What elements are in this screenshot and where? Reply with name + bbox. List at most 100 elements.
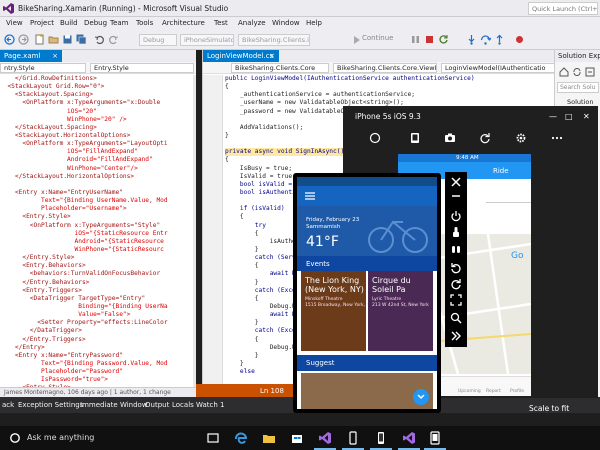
code-line[interactable]: iOS="20" bbox=[0, 108, 196, 116]
screenshot-camera-icon[interactable] bbox=[444, 132, 456, 144]
tab-login-viewmodel-close-icon[interactable]: × bbox=[269, 52, 275, 60]
codelens-footer[interactable]: James Montemagno, 106 days ago | 1 autho… bbox=[0, 387, 196, 397]
code-line[interactable]: <Setter Property="effects:LineColor bbox=[0, 319, 196, 327]
tab-locals[interactable]: Locals bbox=[172, 401, 194, 409]
code-line[interactable]: iOS="{StaticResource Entr bbox=[0, 230, 196, 238]
close-icon[interactable] bbox=[450, 176, 462, 188]
menu-view[interactable]: View bbox=[6, 19, 23, 27]
collapse-all-icon[interactable] bbox=[585, 67, 595, 77]
code-line[interactable]: </Grid.RowDefinitions> bbox=[0, 75, 196, 83]
restart-icon[interactable] bbox=[438, 34, 449, 45]
sync-icon[interactable] bbox=[572, 67, 582, 77]
code-line[interactable]: WinPhone="{StaticResourc bbox=[0, 246, 196, 254]
code-line[interactable] bbox=[0, 181, 196, 189]
scale-to-fit-label[interactable]: Scale to fit bbox=[529, 404, 569, 413]
power-icon[interactable] bbox=[450, 210, 462, 222]
code-line[interactable]: Value="False"> bbox=[0, 311, 196, 319]
solution-root-item[interactable]: Solution bbox=[559, 98, 593, 106]
code-line[interactable]: WinPhone="Center"/> bbox=[0, 165, 196, 173]
xaml-code-view[interactable]: </Grid.RowDefinitions> <StackLayout Grid… bbox=[0, 75, 196, 409]
step-into-icon[interactable] bbox=[466, 34, 477, 45]
code-line[interactable]: Android="FillAndExpand" bbox=[0, 156, 196, 164]
menu-help[interactable]: Help bbox=[306, 19, 322, 27]
step-over-icon[interactable] bbox=[480, 34, 491, 45]
continue-button[interactable]: Continue bbox=[362, 34, 393, 42]
code-line[interactable]: </StackLayout.Spacing> bbox=[0, 124, 196, 132]
code-line[interactable]: <StackLayout Grid.Row="0"> bbox=[0, 83, 196, 91]
solution-search-input[interactable]: Search Solu bbox=[557, 82, 599, 93]
rotate-left-icon[interactable] bbox=[450, 262, 462, 274]
tab-profile[interactable]: Profile bbox=[510, 389, 524, 394]
code-line[interactable]: <OnPlatform x:TypeArguments="Style" bbox=[0, 222, 196, 230]
menu-analyze[interactable]: Analyze bbox=[238, 19, 266, 27]
code-line[interactable]: <StackLayout.Spacing> bbox=[0, 91, 196, 99]
visual-studio-icon[interactable] bbox=[318, 431, 332, 445]
code-line[interactable]: Text="{Binding UserName.Value, Mod bbox=[0, 197, 196, 205]
tab-exception-settings[interactable]: Exception Settings bbox=[18, 401, 83, 409]
fit-to-screen-icon[interactable] bbox=[450, 294, 462, 306]
code-line[interactable]: </Entry> bbox=[0, 344, 196, 352]
continue-play-icon[interactable] bbox=[354, 36, 360, 44]
cortana-search-box[interactable]: Ask me anything bbox=[0, 426, 200, 450]
save-icon[interactable] bbox=[62, 34, 73, 45]
menu-team[interactable]: Team bbox=[110, 19, 129, 27]
platform-dropdown[interactable]: iPhoneSimulator bbox=[180, 34, 234, 46]
left-nav-element-dropdown[interactable]: Entry.Style bbox=[90, 63, 194, 73]
menu-debug[interactable]: Debug bbox=[84, 19, 107, 27]
android-screen[interactable]: Friday, February 23 Sammamish 41°F Event… bbox=[297, 177, 437, 409]
code-line[interactable]: <Entry.Behaviors> bbox=[0, 262, 196, 270]
menu-tools[interactable]: Tools bbox=[136, 19, 153, 27]
code-line[interactable]: Binding="{Binding UserNa bbox=[0, 303, 196, 311]
floating-action-button[interactable] bbox=[413, 389, 429, 405]
event-card-lion-king[interactable]: The Lion King (New York, NY) Minskoff Th… bbox=[301, 271, 373, 351]
menu-test[interactable]: Test bbox=[214, 19, 228, 27]
ios-simulator-icon[interactable] bbox=[428, 431, 442, 445]
code-line[interactable]: <OnPlatform x:TypeArguments="x:Double bbox=[0, 99, 196, 107]
lock-screen-icon[interactable] bbox=[409, 132, 421, 144]
open-folder-icon[interactable] bbox=[48, 34, 59, 45]
code-line[interactable]: _authenticationService = authenticationS… bbox=[225, 91, 555, 99]
tab-immediate-window[interactable]: Immediate Window bbox=[80, 401, 148, 409]
code-line[interactable]: Placeholder="Username"> bbox=[0, 205, 196, 213]
code-line[interactable]: <behaviors:TurnValidOnFocusBehavior bbox=[0, 270, 196, 278]
tab-watch-1[interactable]: Watch 1 bbox=[196, 401, 224, 409]
rotate-icon[interactable] bbox=[479, 132, 491, 144]
pause-icon[interactable] bbox=[410, 34, 421, 45]
code-line[interactable]: </Entry.Behaviors> bbox=[0, 279, 196, 287]
ios-text-field[interactable] bbox=[486, 193, 531, 203]
step-out-icon[interactable] bbox=[494, 34, 505, 45]
code-line[interactable]: </DataTrigger> bbox=[0, 327, 196, 335]
tab-report[interactable]: Report bbox=[486, 389, 501, 394]
zoom-icon[interactable] bbox=[450, 312, 462, 324]
home-icon[interactable] bbox=[559, 67, 569, 77]
forward-icon[interactable] bbox=[18, 34, 29, 45]
code-line[interactable]: iOS="FillAndExpand" bbox=[0, 148, 196, 156]
left-nav-scope-dropdown[interactable]: ntry.Style bbox=[0, 63, 86, 73]
android-emulator-icon[interactable] bbox=[374, 431, 388, 445]
configuration-dropdown[interactable]: Debug bbox=[139, 34, 177, 46]
redo-icon[interactable] bbox=[108, 34, 119, 45]
file-explorer-icon[interactable] bbox=[262, 431, 276, 445]
undo-icon[interactable] bbox=[94, 34, 105, 45]
settings-gear-icon[interactable] bbox=[515, 132, 527, 144]
menu-window[interactable]: Window bbox=[272, 19, 300, 27]
minimize-icon[interactable] bbox=[450, 190, 462, 202]
code-line[interactable]: <Entry x:Name="EntryUserName" bbox=[0, 189, 196, 197]
tab-output[interactable]: Output bbox=[145, 401, 169, 409]
class-nav-dropdown[interactable]: BikeSharing.Clients.Core.ViewMo bbox=[333, 63, 437, 73]
home-button-icon[interactable] bbox=[369, 132, 381, 144]
code-line[interactable]: <Entry.Triggers> bbox=[0, 287, 196, 295]
back-icon[interactable] bbox=[4, 34, 15, 45]
code-line[interactable]: </Entry.Triggers> bbox=[0, 336, 196, 344]
visual-studio-icon[interactable] bbox=[402, 431, 416, 445]
code-line[interactable]: WinPhone="20" /> bbox=[0, 116, 196, 124]
save-all-icon[interactable] bbox=[76, 34, 87, 45]
code-line[interactable]: <OnPlatform x:TypeArguments="LayoutOpti bbox=[0, 140, 196, 148]
code-line[interactable]: Text="{Binding Password.Value, Mod bbox=[0, 360, 196, 368]
startup-project-dropdown[interactable]: BikeSharing.Clients.iOS bbox=[238, 34, 310, 46]
code-line[interactable]: { bbox=[225, 83, 555, 91]
phone-emulator-icon[interactable] bbox=[346, 431, 360, 445]
multi-touch-icon[interactable] bbox=[450, 244, 462, 256]
close-icon[interactable]: ✕ bbox=[583, 112, 590, 121]
store-icon[interactable] bbox=[290, 431, 304, 445]
